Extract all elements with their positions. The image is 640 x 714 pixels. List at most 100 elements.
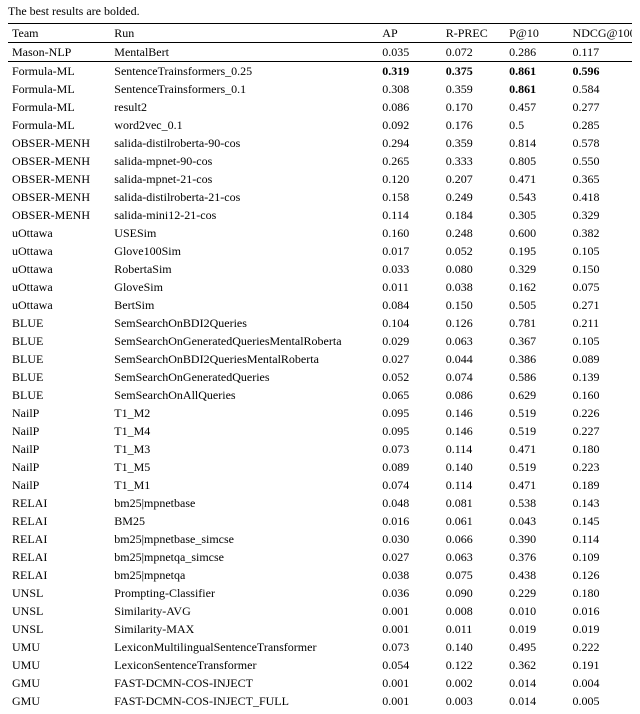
cell-p10: 0.5: [505, 116, 568, 134]
table-row: uOttawaGloveSim0.0110.0380.1620.075: [8, 278, 632, 296]
cell-ndcg: 0.005: [569, 692, 632, 710]
cell-run: SemSearchOnAllQueries: [110, 386, 378, 404]
cell-ap: 0.073: [378, 440, 441, 458]
cell-p10: 0.600: [505, 224, 568, 242]
cell-run: salida-mpnet-21-cos: [110, 170, 378, 188]
cell-ap: 0.065: [378, 386, 441, 404]
cell-team: UMU: [8, 638, 110, 656]
cell-rprec: 0.066: [442, 530, 505, 548]
cell-ap: 0.095: [378, 404, 441, 422]
cell-p10: 0.438: [505, 566, 568, 584]
cell-ndcg: 0.105: [569, 332, 632, 350]
cell-ndcg: 0.145: [569, 512, 632, 530]
cell-run: salida-distilroberta-21-cos: [110, 188, 378, 206]
cell-run: salida-mpnet-90-cos: [110, 152, 378, 170]
cell-rprec: 0.207: [442, 170, 505, 188]
cell-ap: 0.089: [378, 458, 441, 476]
cell-rprec: 0.061: [442, 512, 505, 530]
cell-run: Prompting-Classifier: [110, 584, 378, 602]
cell-team: RELAI: [8, 548, 110, 566]
cell-run: Similarity-MAX: [110, 620, 378, 638]
cell-ndcg: 0.277: [569, 98, 632, 116]
cell-team: UNSL: [8, 602, 110, 620]
cell-p10: 0.457: [505, 98, 568, 116]
cell-run: word2vec_0.1: [110, 116, 378, 134]
cell-run: SemSearchOnBDI2QueriesMentalRoberta: [110, 350, 378, 368]
cell-run: RobertaSim: [110, 260, 378, 278]
header-row: Team Run AP R-PREC P@10 NDCG@1000: [8, 24, 632, 43]
cell-team: NailP: [8, 440, 110, 458]
cell-team: uOttawa: [8, 224, 110, 242]
cell-run: Similarity-AVG: [110, 602, 378, 620]
cell-p10: 0.519: [505, 404, 568, 422]
cell-team: UNSL: [8, 584, 110, 602]
cell-ndcg: 0.578: [569, 134, 632, 152]
cell-ndcg: 0.550: [569, 152, 632, 170]
cell-ap: 0.158: [378, 188, 441, 206]
cell-rprec: 0.184: [442, 206, 505, 224]
cell-p10: 0.814: [505, 134, 568, 152]
table-row: Mason-NLPMentalBert0.0350.0720.2860.117: [8, 43, 632, 62]
cell-run: bm25|mpnetqa: [110, 566, 378, 584]
cell-rprec: 0.063: [442, 332, 505, 350]
cell-ap: 0.011: [378, 278, 441, 296]
cell-run: LexiconMultilingualSentenceTransformer: [110, 638, 378, 656]
table-row: UMULexiconSentenceTransformer0.0540.1220…: [8, 656, 632, 674]
cell-ndcg: 0.004: [569, 674, 632, 692]
cell-rprec: 0.249: [442, 188, 505, 206]
cell-team: RELAI: [8, 530, 110, 548]
table-row: Formula-MLSentenceTrainsformers_0.10.308…: [8, 80, 632, 98]
cell-ap: 0.027: [378, 548, 441, 566]
cell-team: BLUE: [8, 350, 110, 368]
cell-ap: 0.029: [378, 332, 441, 350]
cell-ndcg: 0.143: [569, 494, 632, 512]
cell-team: OBSER-MENH: [8, 152, 110, 170]
cell-team: BLUE: [8, 386, 110, 404]
cell-ndcg: 0.139: [569, 368, 632, 386]
cell-rprec: 0.359: [442, 134, 505, 152]
cell-p10: 0.505: [505, 296, 568, 314]
results-table: Team Run AP R-PREC P@10 NDCG@1000 Mason-…: [8, 23, 632, 710]
cell-p10: 0.010: [505, 602, 568, 620]
cell-p10: 0.861: [505, 62, 568, 81]
cell-team: RELAI: [8, 494, 110, 512]
cell-ap: 0.052: [378, 368, 441, 386]
cell-ap: 0.033: [378, 260, 441, 278]
cell-ap: 0.073: [378, 638, 441, 656]
cell-team: UMU: [8, 656, 110, 674]
cell-run: bm25|mpnetbase: [110, 494, 378, 512]
cell-run: SentenceTrainsformers_0.25: [110, 62, 378, 81]
cell-team: Formula-ML: [8, 80, 110, 98]
cell-ap: 0.084: [378, 296, 441, 314]
cell-ndcg: 0.075: [569, 278, 632, 296]
cell-run: SemSearchOnGeneratedQueriesMentalRoberta: [110, 332, 378, 350]
cell-run: LexiconSentenceTransformer: [110, 656, 378, 674]
cell-ndcg: 0.019: [569, 620, 632, 638]
cell-ndcg: 0.223: [569, 458, 632, 476]
cell-p10: 0.014: [505, 692, 568, 710]
cell-team: GMU: [8, 692, 110, 710]
cell-ndcg: 0.126: [569, 566, 632, 584]
cell-p10: 0.781: [505, 314, 568, 332]
table-row: BLUESemSearchOnAllQueries0.0650.0860.629…: [8, 386, 632, 404]
cell-rprec: 0.052: [442, 242, 505, 260]
cell-team: OBSER-MENH: [8, 206, 110, 224]
cell-ap: 0.114: [378, 206, 441, 224]
cell-team: NailP: [8, 422, 110, 440]
cell-team: Formula-ML: [8, 62, 110, 81]
cell-run: BertSim: [110, 296, 378, 314]
cell-team: NailP: [8, 404, 110, 422]
table-row: RELAIbm25|mpnetqa0.0380.0750.4380.126: [8, 566, 632, 584]
table-row: NailPT1_M30.0730.1140.4710.180: [8, 440, 632, 458]
cell-ndcg: 0.150: [569, 260, 632, 278]
cell-ap: 0.001: [378, 674, 441, 692]
cell-ap: 0.016: [378, 512, 441, 530]
cell-ndcg: 0.189: [569, 476, 632, 494]
cell-ap: 0.294: [378, 134, 441, 152]
table-row: Formula-MLword2vec_0.10.0920.1760.50.285: [8, 116, 632, 134]
cell-ndcg: 0.227: [569, 422, 632, 440]
cell-team: OBSER-MENH: [8, 170, 110, 188]
cell-team: NailP: [8, 476, 110, 494]
table-caption: The best results are bolded.: [8, 4, 632, 19]
cell-ndcg: 0.180: [569, 584, 632, 602]
